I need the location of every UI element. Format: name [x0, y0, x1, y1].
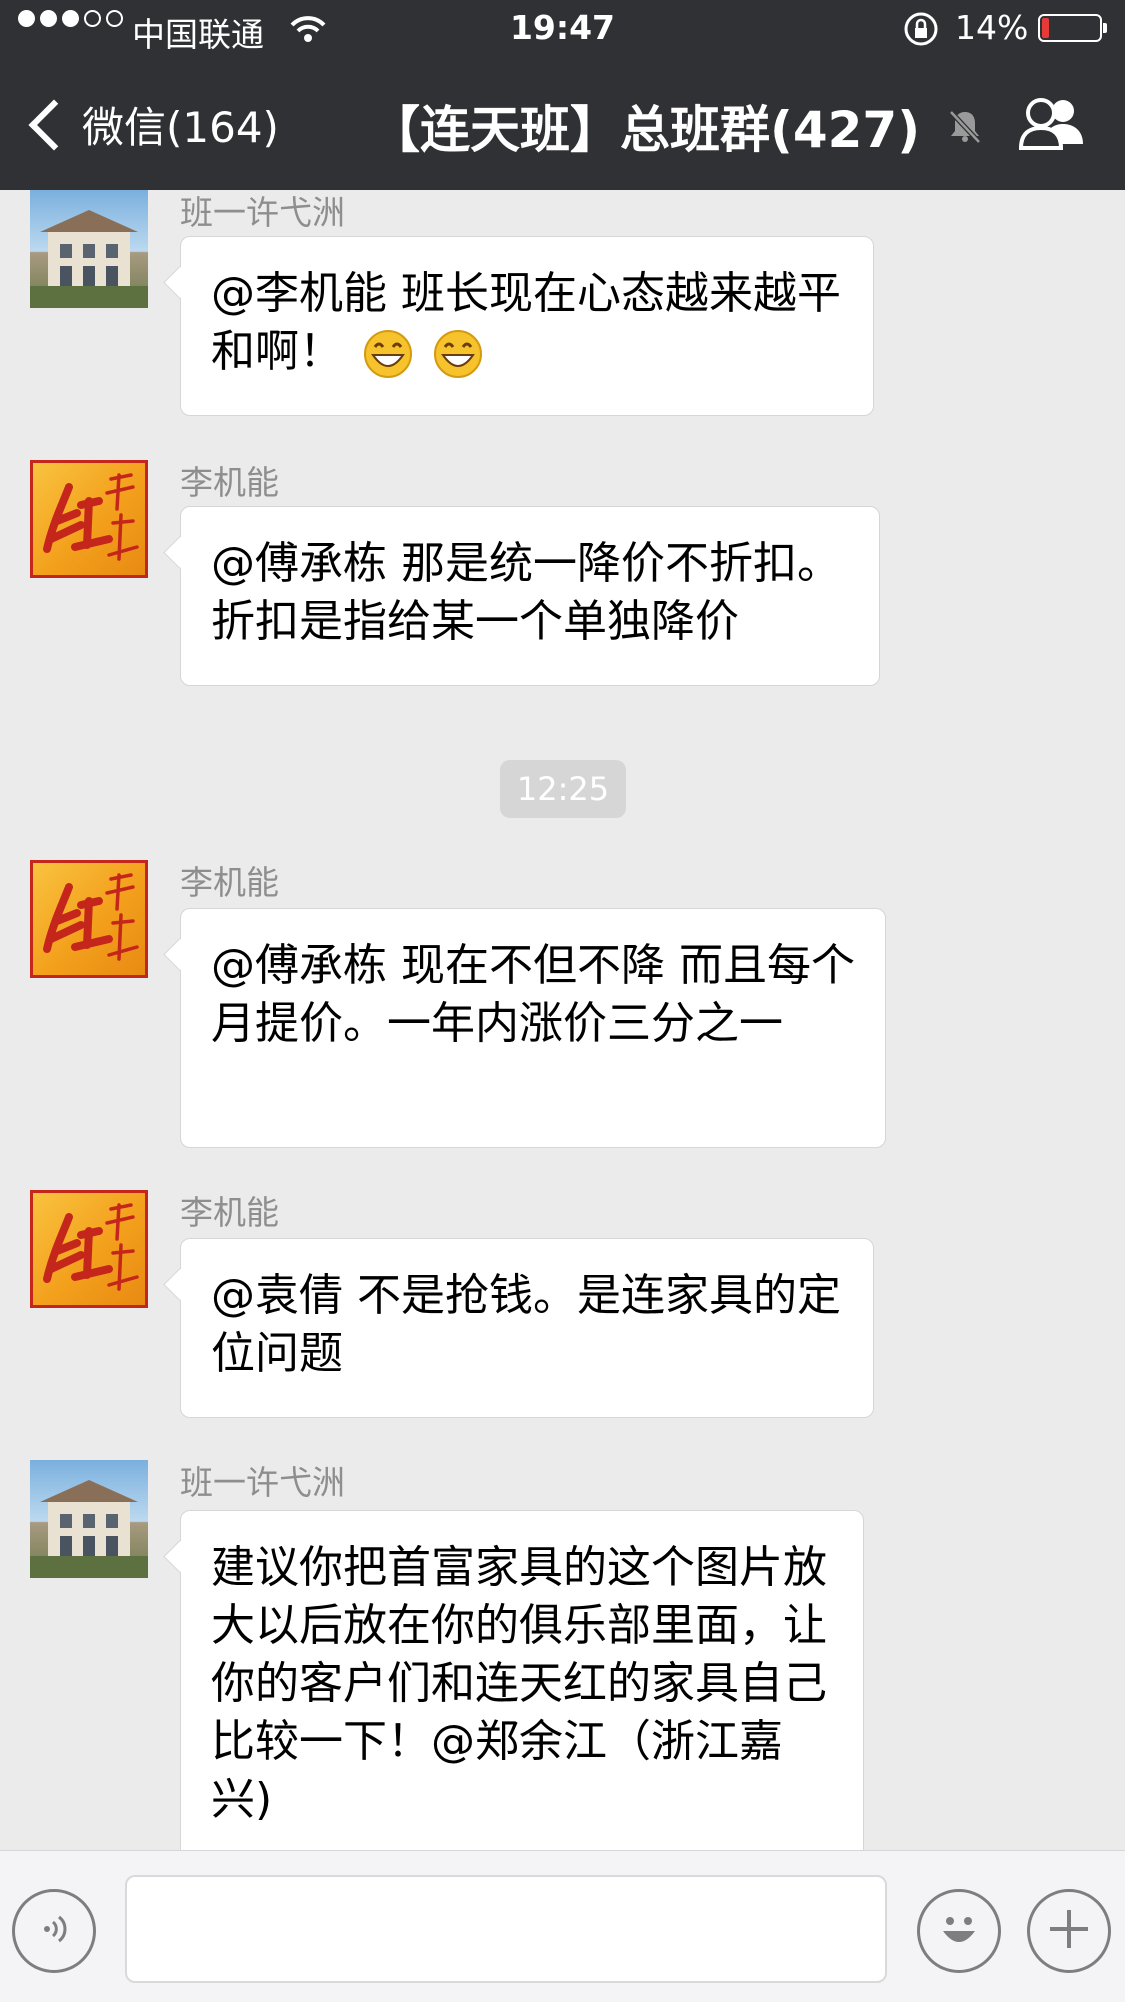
message-text: @袁倩 不是抢钱。是连家具的定位问题	[211, 1270, 841, 1379]
sender-name: 李机能	[180, 863, 279, 902]
message-text: @李机能 班长现在心态越来越平和啊！	[211, 268, 841, 377]
message-text: @傅承栋 现在不但不降 而且每个月提价。一年内涨价三分之一	[211, 940, 855, 1049]
battery-icon	[1038, 14, 1107, 42]
house-avatar[interactable]	[30, 1460, 148, 1578]
message-bubble[interactable]: @李机能 班长现在心态越来越平和啊！	[180, 236, 874, 416]
message-input[interactable]	[125, 1875, 887, 1983]
plus-icon	[1046, 1906, 1092, 1956]
hong-logo-avatar[interactable]	[30, 860, 148, 978]
time-divider: 12:25	[500, 760, 626, 818]
battery-percent: 14%	[955, 8, 1029, 47]
grin-emoji-icon	[363, 329, 413, 379]
sender-name: 李机能	[180, 1193, 279, 1232]
sender-name: 班一许弋洲	[180, 193, 345, 232]
back-button[interactable]: 微信(164)	[24, 94, 279, 155]
message-bubble[interactable]: @袁倩 不是抢钱。是连家具的定位问题	[180, 1238, 874, 1418]
group-members-icon[interactable]	[1015, 96, 1087, 156]
message-bubble[interactable]: 建议你把首富家具的这个图片放大以后放在你的俱乐部里面，让你的客户们和连天红的家具…	[180, 1510, 864, 1850]
navigation-bar: 微信(164) 【连天班】总班群(427)	[0, 60, 1125, 190]
chevron-left-icon	[28, 99, 80, 150]
hong-logo-avatar[interactable]	[30, 460, 148, 578]
chat-area[interactable]: 班一许弋洲 @李机能 班长现在心态越来越平和啊！ 李机能 @傅承栋 那是统一降价…	[0, 190, 1125, 1850]
top-bar: 中国联通 19:47 14% 微信(164) 【连天班】总班群(427)	[0, 0, 1125, 190]
rotation-lock-icon	[902, 10, 940, 56]
more-button[interactable]	[1027, 1889, 1111, 1973]
message-bubble[interactable]: @傅承栋 现在不但不降 而且每个月提价。一年内涨价三分之一	[180, 908, 886, 1148]
input-bar	[0, 1850, 1125, 2002]
sender-name: 李机能	[180, 463, 279, 502]
house-avatar[interactable]	[30, 190, 148, 308]
voice-icon	[34, 1909, 74, 1953]
message-text: 建议你把首富家具的这个图片放大以后放在你的俱乐部里面，让你的客户们和连天红的家具…	[211, 1542, 827, 1825]
back-label: 微信(164)	[82, 103, 279, 152]
grin-emoji-icon	[433, 329, 483, 379]
message-bubble[interactable]: @傅承栋 那是统一降价不折扣。 折扣是指给某一个单独降价	[180, 506, 880, 686]
emoji-button[interactable]	[917, 1889, 1001, 1973]
sender-name: 班一许弋洲	[180, 1463, 345, 1502]
emoji-icon	[931, 1901, 987, 1961]
message-text: @傅承栋 那是统一降价不折扣。 折扣是指给某一个单独降价	[211, 538, 841, 647]
status-bar: 中国联通 19:47 14%	[0, 0, 1125, 60]
hong-logo-avatar[interactable]	[30, 1190, 148, 1308]
voice-button[interactable]	[12, 1889, 96, 1973]
chat-title: 【连天班】总班群(427)	[370, 101, 921, 159]
mute-bell-icon	[945, 106, 985, 150]
